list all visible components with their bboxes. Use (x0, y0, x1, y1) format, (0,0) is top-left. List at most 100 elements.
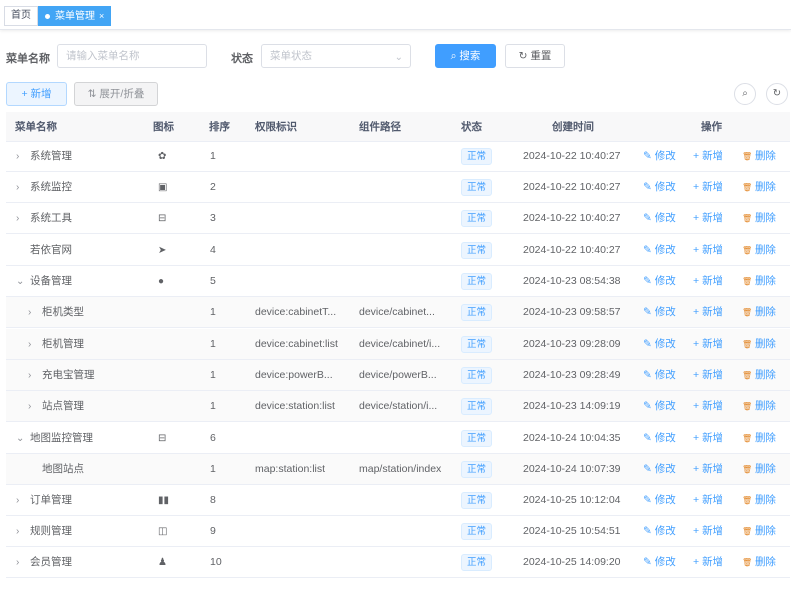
expand-arrow-icon[interactable]: › (16, 172, 19, 203)
status-badge: 正常 (461, 336, 493, 353)
edit-button[interactable]: ✎ 修改 (643, 360, 676, 391)
delete-button[interactable]: 🗑 删除 (742, 547, 776, 578)
delete-button[interactable]: 🗑 删除 (742, 203, 776, 234)
edit-label: 修改 (654, 556, 676, 568)
edit-button[interactable]: ✎ 修改 (643, 423, 676, 454)
delete-button[interactable]: 🗑 删除 (742, 423, 776, 454)
delete-label: 删除 (754, 244, 776, 256)
search-icon: ⌕ (742, 88, 748, 99)
expand-arrow-icon[interactable]: › (16, 485, 19, 516)
add-label: 新增 (702, 463, 724, 475)
menu-name-label: 菜单名称 (6, 53, 50, 65)
add-child-button[interactable]: + 新增 (693, 297, 723, 328)
expand-arrow-icon[interactable]: › (28, 297, 31, 328)
expand-arrow-icon[interactable]: › (16, 203, 19, 234)
expand-arrow-icon[interactable]: › (28, 360, 31, 391)
add-child-button[interactable]: + 新增 (693, 547, 723, 578)
table-row[interactable]: ⌄ 地图监控管理 ⊟ 6 正常 2024-10-24 10:04:35 ✎ 修改 + 新增 🗑 … (6, 423, 790, 454)
add-label: 新增 (702, 369, 724, 381)
add-child-button[interactable]: + 新增 (693, 454, 723, 485)
add-child-button[interactable]: + 新增 (693, 141, 723, 172)
col-component: 组件路径 (359, 121, 401, 133)
search-toggle-button[interactable]: ⌕ (734, 83, 756, 105)
table-row[interactable]: › 充电宝管理 1 device:powerB... device/powerB... 正… (6, 360, 790, 391)
delete-button[interactable]: 🗑 删除 (742, 391, 776, 422)
edit-button[interactable]: ✎ 修改 (643, 516, 676, 547)
menu-name: 设备管理 (30, 275, 72, 287)
table-row[interactable]: ⌄ 设备管理 ● 5 正常 2024-10-23 08:54:38 ✎ 修改 + 新增 🗑 删除 (6, 266, 790, 297)
edit-button[interactable]: ✎ 修改 (643, 391, 676, 422)
delete-button[interactable]: 🗑 删除 (742, 266, 776, 297)
delete-label: 删除 (754, 400, 776, 412)
refresh-button[interactable]: ↻ (766, 83, 788, 105)
edit-button[interactable]: ✎ 修改 (643, 329, 676, 360)
edit-button[interactable]: ✎ 修改 (643, 547, 676, 578)
add-button[interactable]: + 新增 (6, 82, 67, 106)
col-icon: 图标 (153, 121, 174, 133)
add-label: 新增 (702, 306, 724, 318)
add-child-button[interactable]: + 新增 (693, 485, 723, 516)
status-select[interactable]: 菜单状态 ⌄ (261, 44, 411, 68)
table-row[interactable]: › 订单管理 ▮▮ 8 正常 2024-10-25 10:12:04 ✎ 修改 + 新增 🗑 删… (6, 485, 790, 516)
add-child-button[interactable]: + 新增 (693, 172, 723, 203)
table-row[interactable]: › 系统管理 ✿ 1 正常 2024-10-22 10:40:27 ✎ 修改 + 新增 🗑 删除 (6, 141, 790, 172)
table-row[interactable]: › 柜机类型 1 device:cabinetT... device/cabinet..… (6, 297, 790, 328)
create-time: 2024-10-22 10:40:27 (523, 181, 621, 193)
delete-button[interactable]: 🗑 删除 (742, 172, 776, 203)
expand-arrow-icon[interactable]: › (16, 547, 19, 578)
add-child-button[interactable]: + 新增 (693, 235, 723, 266)
edit-button[interactable]: ✎ 修改 (643, 235, 676, 266)
add-label: 新增 (702, 525, 724, 537)
collapse-arrow-icon[interactable]: ⌄ (16, 266, 24, 297)
table-row[interactable]: › 系统监控 ▣ 2 正常 2024-10-22 10:40:27 ✎ 修改 + 新增 🗑 删除 (6, 172, 790, 203)
reset-button[interactable]: ↻ 重置 (505, 44, 565, 68)
add-child-button[interactable]: + 新增 (693, 516, 723, 547)
edit-button[interactable]: ✎ 修改 (643, 454, 676, 485)
table-row[interactable]: › 站点管理 1 device:station:list device/station/… (6, 391, 790, 422)
add-child-button[interactable]: + 新增 (693, 391, 723, 422)
table-row[interactable]: › 柜机管理 1 device:cabinet:list device/cabinet/… (6, 329, 790, 360)
edit-button[interactable]: ✎ 修改 (643, 203, 676, 234)
table-row[interactable]: › 会员管理 ♟ 10 正常 2024-10-25 14:09:20 ✎ 修改 + 新增 🗑 删… (6, 547, 790, 578)
table-row[interactable]: 地图站点 1 map:station:list map/station/index 正常… (6, 454, 790, 485)
expand-arrow-icon[interactable]: › (16, 141, 19, 172)
edit-button[interactable]: ✎ 修改 (643, 172, 676, 203)
delete-button[interactable]: 🗑 删除 (742, 360, 776, 391)
add-child-button[interactable]: + 新增 (693, 423, 723, 454)
search-button[interactable]: ⌕ 搜索 (435, 44, 496, 68)
table-row[interactable]: › 系统工具 ⊟ 3 正常 2024-10-22 10:40:27 ✎ 修改 + 新增 🗑 删除 (6, 203, 790, 234)
add-child-button[interactable]: + 新增 (693, 360, 723, 391)
delete-button[interactable]: 🗑 删除 (742, 454, 776, 485)
tag-home[interactable]: 首页 (4, 6, 38, 26)
edit-icon: ✎ (643, 525, 652, 537)
delete-icon: 🗑 (742, 496, 753, 505)
expand-arrow-icon[interactable]: › (28, 329, 31, 360)
delete-button[interactable]: 🗑 删除 (742, 516, 776, 547)
close-icon[interactable]: × (99, 11, 104, 21)
add-child-button[interactable]: + 新增 (693, 266, 723, 297)
add-child-button[interactable]: + 新增 (693, 203, 723, 234)
edit-button[interactable]: ✎ 修改 (643, 297, 676, 328)
delete-button[interactable]: 🗑 删除 (742, 141, 776, 172)
delete-button[interactable]: 🗑 删除 (742, 297, 776, 328)
plus-icon: + (693, 244, 700, 256)
expand-arrow-icon[interactable]: › (28, 391, 31, 422)
table-row[interactable]: › 规则管理 ◫ 9 正常 2024-10-25 10:54:51 ✎ 修改 + 新增 🗑 删除 (6, 516, 790, 547)
edit-button[interactable]: ✎ 修改 (643, 141, 676, 172)
expand-collapse-button[interactable]: ⇅ 展开/折叠 (74, 82, 158, 106)
tag-active-label: 菜单管理 (55, 11, 95, 22)
menu-component: device/cabinet/i... (359, 338, 441, 350)
edit-button[interactable]: ✎ 修改 (643, 266, 676, 297)
delete-button[interactable]: 🗑 删除 (742, 235, 776, 266)
edit-button[interactable]: ✎ 修改 (643, 485, 676, 516)
expand-arrow-icon[interactable]: › (16, 516, 19, 547)
table-row[interactable]: 若依官网 ➤ 4 正常 2024-10-22 10:40:27 ✎ 修改 + 新增 🗑 删除 (6, 235, 790, 266)
delete-button[interactable]: 🗑 删除 (742, 485, 776, 516)
status-placeholder: 菜单状态 (270, 50, 312, 62)
add-child-button[interactable]: + 新增 (693, 329, 723, 360)
tag-menu-management[interactable]: 菜单管理 × (38, 6, 112, 26)
collapse-arrow-icon[interactable]: ⌄ (16, 423, 24, 454)
menu-name-input[interactable]: 请输入菜单名称 (57, 44, 207, 68)
delete-button[interactable]: 🗑 删除 (742, 329, 776, 360)
status-badge: 正常 (461, 179, 493, 196)
